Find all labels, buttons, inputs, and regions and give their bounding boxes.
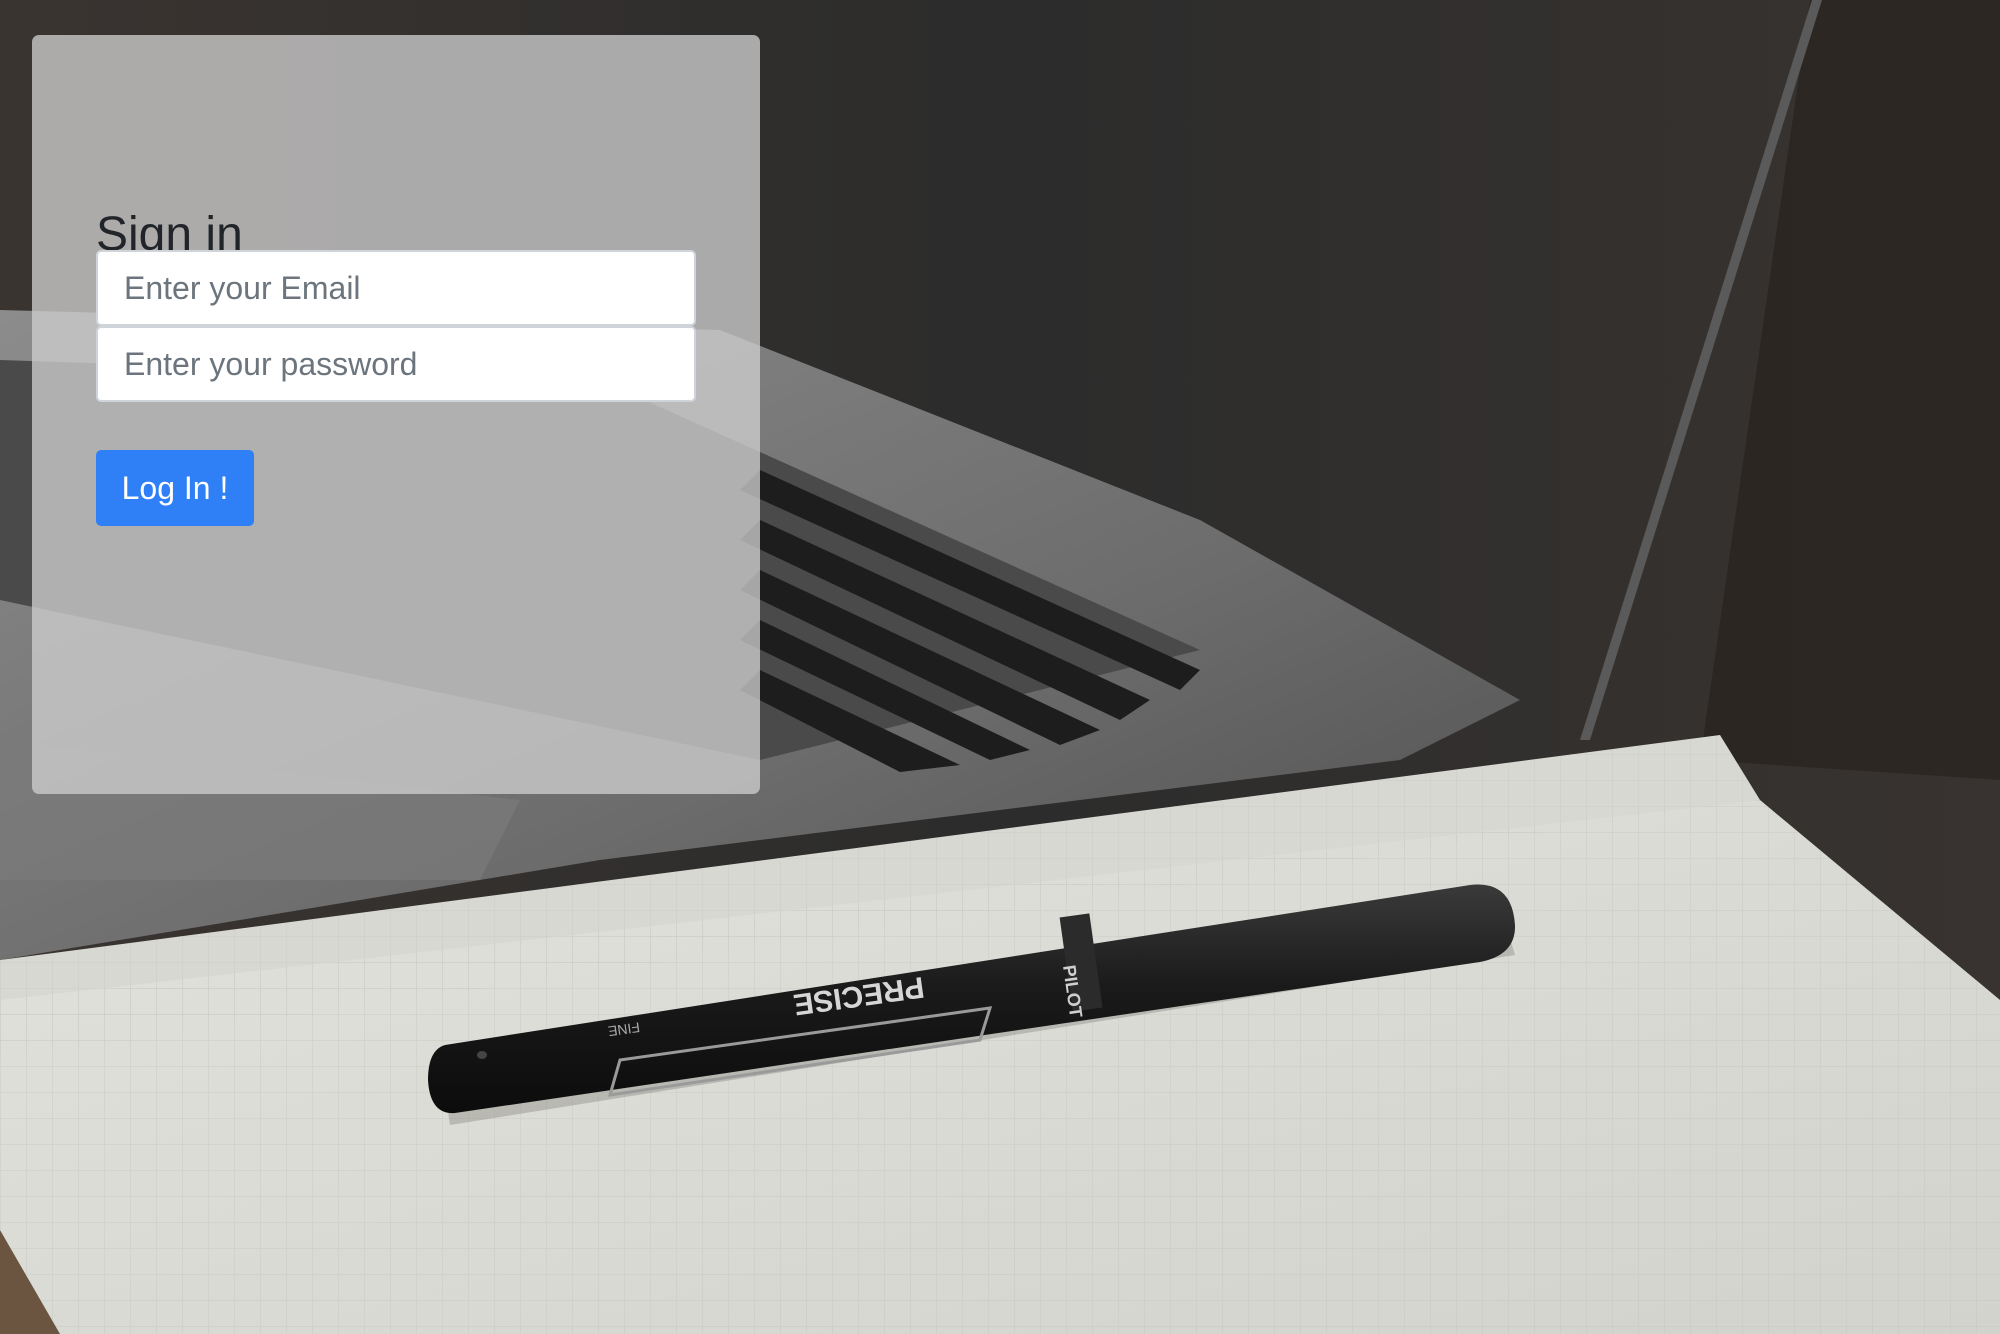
password-input[interactable] [96,326,696,402]
login-button[interactable]: Log In ! [96,450,254,526]
login-page: PRECISE FINE PILOT Sign in Log In ! [0,0,2000,1334]
email-input[interactable] [96,250,696,326]
signin-card: Sign in Log In ! [32,35,760,794]
